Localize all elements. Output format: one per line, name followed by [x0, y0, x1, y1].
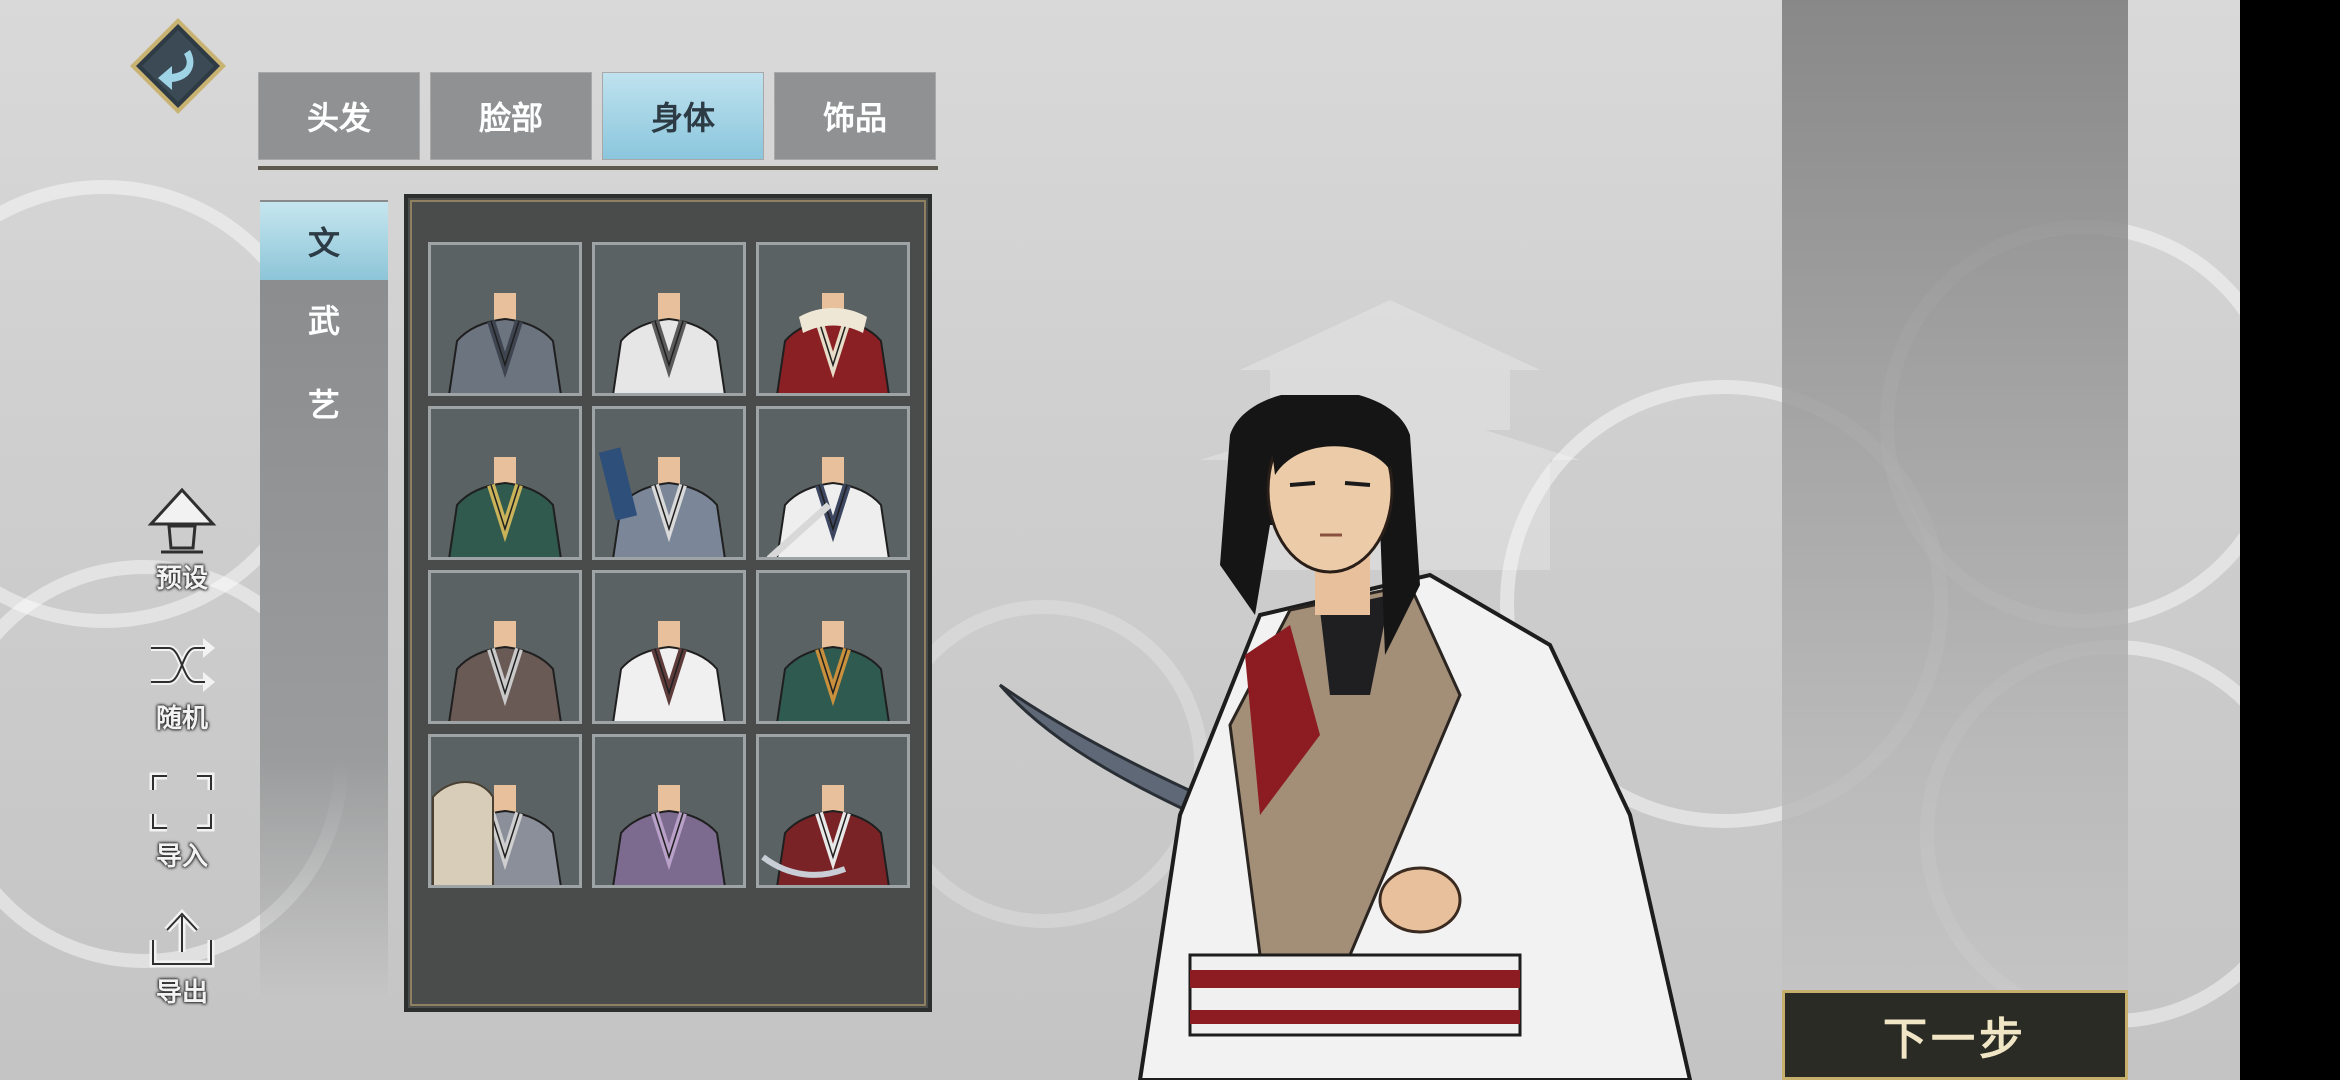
tab-accessories[interactable]: 饰品: [774, 72, 936, 160]
outfit-item[interactable]: [756, 570, 910, 724]
next-step-button[interactable]: 下一步: [1782, 990, 2128, 1080]
outfit-thumbnail: [432, 781, 562, 885]
outfit-item[interactable]: [428, 570, 582, 724]
outfit-item[interactable]: [428, 406, 582, 560]
subcategory-martial[interactable]: 武: [260, 280, 388, 358]
random-button[interactable]: 随机: [140, 634, 224, 744]
random-label: 随机: [155, 704, 208, 734]
import-button[interactable]: 导入: [140, 770, 224, 880]
outfit-item[interactable]: [592, 406, 746, 560]
shuffle-icon: [151, 638, 215, 692]
outfit-item[interactable]: [756, 406, 910, 560]
import-frame-icon: [149, 772, 215, 832]
tab-divider: [258, 166, 938, 170]
outfit-item[interactable]: [592, 242, 746, 396]
preset-label: 预设: [155, 564, 208, 594]
outfit-thumbnail: [612, 785, 726, 885]
outfit-thumbnail: [448, 457, 562, 557]
outfit-thumbnail: [448, 293, 562, 393]
outfit-item[interactable]: [428, 734, 582, 888]
outfit-thumbnail: [612, 293, 726, 393]
character-preview-backdrop: [1782, 0, 2128, 1080]
character-portrait: [998, 395, 1693, 1080]
export-button[interactable]: 导出: [140, 906, 224, 1016]
outfit-thumbnail: [766, 457, 890, 557]
outfit-item[interactable]: [592, 570, 746, 724]
outfit-thumbnail: [776, 293, 890, 393]
outfit-thumbnail: [448, 621, 562, 721]
import-label: 导入: [155, 842, 208, 872]
outfit-item[interactable]: [592, 734, 746, 888]
outfit-item[interactable]: [428, 242, 582, 396]
outfit-thumbnail: [761, 785, 890, 885]
subcategory-scholar[interactable]: 文: [260, 202, 388, 280]
preset-button[interactable]: 预设: [140, 486, 224, 596]
outfit-item[interactable]: [756, 242, 910, 396]
tab-hair[interactable]: 头发: [258, 72, 420, 160]
straw-hat-icon: [147, 487, 217, 554]
back-button[interactable]: [128, 16, 228, 116]
outfit-item[interactable]: [756, 734, 910, 888]
outfit-thumbnail: [612, 621, 726, 721]
subcategory-arts[interactable]: 艺: [260, 364, 388, 442]
tab-body[interactable]: 身体: [602, 72, 764, 160]
export-upload-icon: [149, 908, 215, 968]
screen-black-edge: [2240, 0, 2340, 1080]
tab-face[interactable]: 脸部: [430, 72, 592, 160]
outfit-thumbnail: [776, 621, 890, 721]
export-label: 导出: [155, 978, 208, 1008]
outfit-thumbnail: [598, 447, 726, 557]
